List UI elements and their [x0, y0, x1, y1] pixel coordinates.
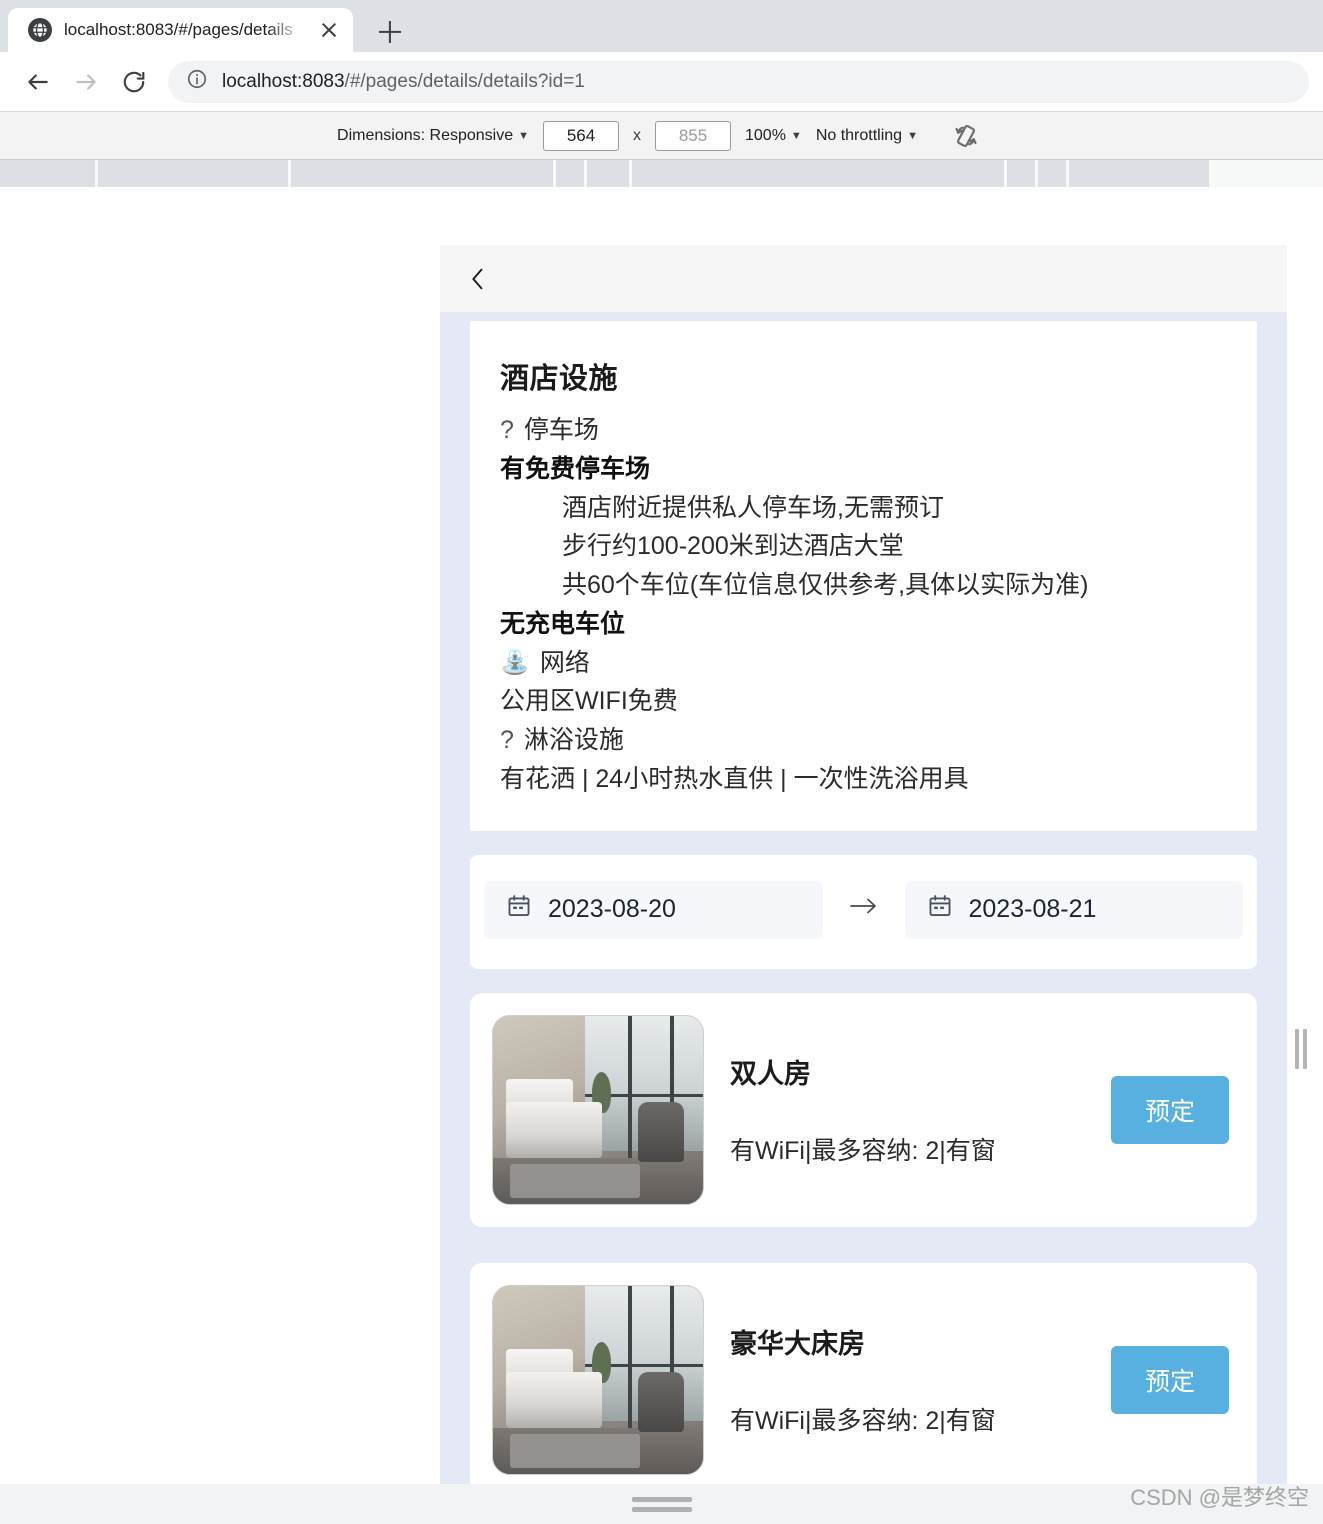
globe-icon	[28, 18, 52, 42]
strip-segment	[1038, 160, 1066, 187]
hotel-room-photo	[492, 1014, 704, 1205]
strip-segment	[587, 160, 629, 187]
room-meta: 有WiFi|最多容纳: 2|有窗	[730, 1407, 996, 1435]
room-name: 豪华大床房	[730, 1329, 865, 1359]
device-stage: 酒店设施 ? 停车场 有免费停车场 酒店附近提供私人停车场,无需预订 步行约10…	[0, 187, 1323, 1524]
strip-segment	[1007, 160, 1035, 187]
facility-parking-detail: 共60个车位(车位信息仅供参考,具体以实际为准)	[562, 571, 1089, 599]
new-tab-button[interactable]	[367, 12, 413, 52]
facility-network-label: 网络	[539, 648, 590, 677]
multiply-symbol: x	[633, 126, 641, 144]
room-info: 双人房 有WiFi|最多容纳: 2|有窗	[704, 1052, 1111, 1167]
device-resize-handle-horizontal[interactable]	[1294, 1027, 1308, 1071]
url-path: /#/pages/details/details?id=1	[344, 70, 585, 92]
caret-down-icon: ▼	[907, 129, 918, 142]
address-bar-url: localhost:8083/#/pages/details/details?i…	[222, 71, 585, 93]
arrow-right-icon[interactable]	[62, 58, 110, 106]
calendar-icon	[506, 893, 532, 926]
close-icon[interactable]	[317, 18, 341, 42]
calendar-icon	[927, 893, 953, 926]
room-meta: 有WiFi|最多容纳: 2|有窗	[730, 1137, 996, 1165]
dimensions-dropdown[interactable]: Dimensions: Responsive ▼	[337, 127, 529, 145]
tab-title: localhost:8083/#/pages/details	[64, 20, 293, 39]
strip-segment	[632, 160, 1004, 187]
strip-segment	[1069, 160, 1209, 187]
room-card[interactable]: 双人房 有WiFi|最多容纳: 2|有窗 预定	[470, 992, 1257, 1227]
strip-segment	[556, 160, 584, 187]
caret-down-icon: ▼	[790, 129, 802, 142]
facility-free-parking: 有免费停车场	[500, 454, 651, 483]
caret-down-icon: ▼	[518, 129, 529, 142]
checkout-date-value: 2023-08-21	[968, 895, 1097, 923]
viewport-height-input[interactable]: 855	[655, 120, 731, 151]
facility-parking-detail: 酒店附近提供私人停车场,无需预订	[562, 493, 944, 522]
facility-shower-detail: 有花洒 | 24小时热水直供 | 一次性洗浴用具	[500, 764, 969, 793]
chevron-left-icon[interactable]	[464, 262, 494, 296]
room-info: 豪华大床房 有WiFi|最多容纳: 2|有窗	[704, 1322, 1111, 1437]
reload-icon[interactable]	[110, 58, 158, 106]
room-card[interactable]: 豪华大床房 有WiFi|最多容纳: 2|有窗 预定	[470, 1262, 1257, 1497]
arrow-left-icon[interactable]	[14, 58, 62, 106]
strip-segment	[291, 160, 553, 187]
facility-shower-heading: ? 淋浴设施	[500, 721, 1227, 760]
fountain-emoji-icon: ⛲	[500, 649, 530, 677]
device-resize-handle-vertical[interactable]	[0, 1484, 1323, 1524]
viewport-width-input[interactable]: 564	[543, 120, 619, 151]
strip-segment	[98, 160, 288, 187]
info-circle-icon[interactable]	[186, 68, 208, 95]
checkin-date-value: 2023-08-20	[548, 895, 676, 923]
facility-network-detail: 公用区WIFI免费	[500, 687, 678, 716]
facility-parking-label: 停车场	[523, 416, 599, 444]
page-scroll-area[interactable]: 酒店设施 ? 停车场 有免费停车场 酒店附近提供私人停车场,无需预订 步行约10…	[440, 313, 1287, 1524]
hotel-room-photo	[492, 1284, 704, 1475]
device-toolbar: Dimensions: Responsive ▼ 564 x 855 100% …	[0, 112, 1323, 160]
devtools-panel-strip	[0, 160, 1323, 187]
strip-segment	[0, 160, 95, 187]
zoom-label: 100%	[745, 126, 786, 144]
missing-glyph-icon: ?	[500, 416, 514, 444]
book-button[interactable]: 预定	[1111, 1345, 1229, 1414]
facilities-card: 酒店设施 ? 停车场 有免费停车场 酒店附近提供私人停车场,无需预订 步行约10…	[470, 321, 1257, 831]
facilities-title: 酒店设施	[500, 363, 619, 395]
throttling-label: No throttling	[815, 126, 903, 144]
facility-no-charging: 无充电车位	[500, 609, 626, 638]
book-button[interactable]: 预定	[1111, 1075, 1229, 1144]
dimensions-label: Dimensions: Responsive	[337, 126, 514, 144]
date-range-arrow-icon	[823, 893, 905, 926]
checkin-date-field[interactable]: 2023-08-20	[484, 880, 823, 939]
checkout-date-field[interactable]: 2023-08-21	[904, 880, 1243, 939]
url-host: localhost:8083	[222, 70, 345, 92]
facility-parking-detail: 步行约100-200米到达酒店大堂	[562, 532, 904, 561]
missing-glyph-icon: ?	[500, 726, 514, 754]
facility-shower-label: 淋浴设施	[523, 726, 624, 754]
page-header	[440, 245, 1287, 313]
zoom-dropdown[interactable]: 100% ▼	[745, 127, 802, 145]
browser-tab[interactable]: localhost:8083/#/pages/details	[8, 8, 353, 52]
browser-toolbar: localhost:8083/#/pages/details/details?i…	[0, 52, 1323, 112]
room-name: 双人房	[730, 1059, 811, 1089]
facility-network-heading: ⛲ 网络	[500, 644, 1227, 683]
date-range-card: 2023-08-20 2023-08-21	[470, 854, 1257, 969]
rotate-device-icon[interactable]	[946, 119, 986, 153]
device-viewport: 酒店设施 ? 停车场 有免费停车场 酒店附近提供私人停车场,无需预订 步行约10…	[440, 245, 1287, 1524]
browser-window: localhost:8083/#/pages/details localhost…	[0, 0, 1323, 1524]
address-bar[interactable]: localhost:8083/#/pages/details/details?i…	[168, 60, 1309, 103]
tab-strip: localhost:8083/#/pages/details	[0, 0, 1323, 52]
throttling-dropdown[interactable]: No throttling ▼	[816, 127, 918, 145]
facility-parking-heading: ? 停车场	[500, 411, 1227, 450]
